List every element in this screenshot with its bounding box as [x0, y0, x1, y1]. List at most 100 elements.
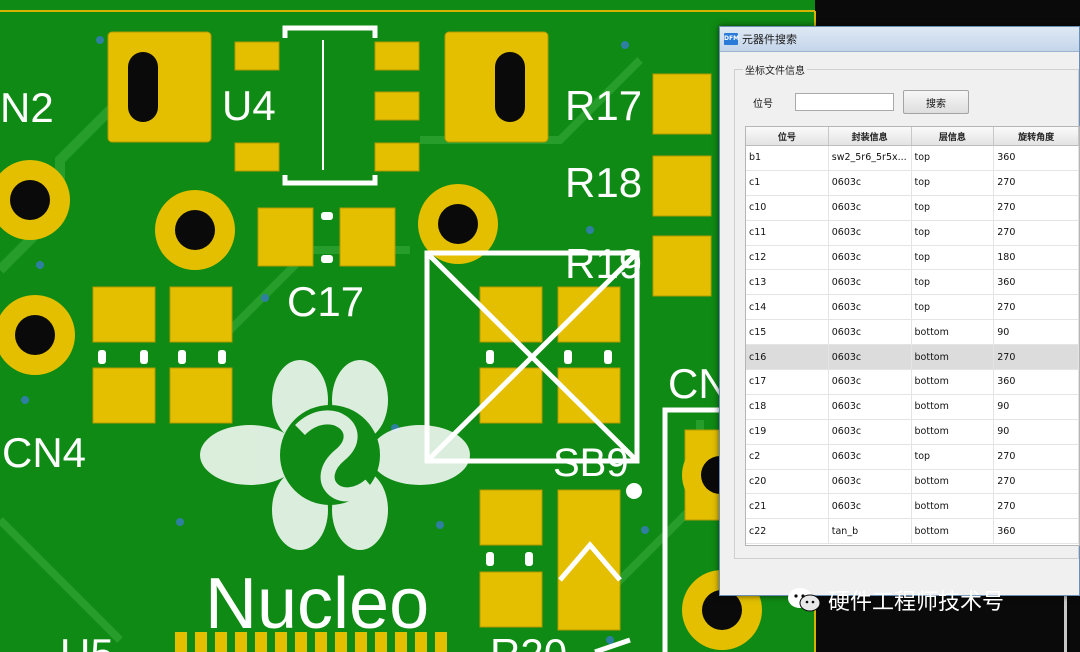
silk-sb9: SB9	[553, 441, 629, 485]
cell-layer: top	[912, 195, 995, 220]
group-title: 坐标文件信息	[743, 62, 807, 77]
cell-layer: top	[912, 146, 995, 170]
wechat-icon	[788, 588, 821, 612]
window-titlebar[interactable]: DFM 元器件搜索	[720, 27, 1079, 52]
silk-u5: U5	[60, 630, 114, 652]
cell-refdes: c11	[746, 220, 829, 245]
dfm-app-icon: DFM	[724, 33, 739, 45]
cell-layer: top	[912, 245, 995, 270]
cell-layer: top	[912, 170, 995, 195]
cell-rotation: 270	[994, 195, 1079, 220]
cell-rotation: 360	[994, 519, 1079, 544]
cell-rotation: 270	[994, 494, 1079, 519]
cell-package: 0603c	[829, 195, 912, 220]
table-row[interactable]: c16 0603c bottom 270	[746, 345, 1079, 371]
cell-layer: bottom	[912, 494, 995, 519]
silk-u4: U4	[222, 82, 276, 129]
table-row[interactable]: c12 0603c top 180	[746, 245, 1079, 271]
cell-rotation: 270	[994, 170, 1079, 195]
cell-rotation: 360	[994, 270, 1079, 295]
cell-refdes: b1	[746, 146, 829, 170]
table-header: 位号 封装信息 层信息 旋转角度	[746, 127, 1079, 146]
cell-package: 0603c	[829, 345, 912, 370]
search-button[interactable]: 搜索	[903, 90, 969, 114]
cell-package: 0603c	[829, 394, 912, 419]
cell-layer: top	[912, 220, 995, 245]
refdes-label: 位号	[753, 98, 773, 110]
col-header-rotation[interactable]: 旋转角度	[994, 127, 1079, 145]
cell-layer: bottom	[912, 320, 995, 345]
component-table[interactable]: 位号 封装信息 层信息 旋转角度 b1 sw2_5r6_5r5x... top 360…	[745, 126, 1080, 546]
col-header-refdes[interactable]: 位号	[746, 127, 829, 145]
table-row[interactable]: c15 0603c bottom 90	[746, 320, 1079, 346]
col-header-package[interactable]: 封装信息	[829, 127, 912, 145]
cell-rotation: 90	[994, 320, 1079, 345]
silk-cn4: CN4	[2, 429, 86, 476]
table-row[interactable]: c22 tan_b bottom 360	[746, 519, 1079, 545]
silk-r19: R19	[565, 240, 642, 287]
cell-refdes: c13	[746, 270, 829, 295]
table-row[interactable]: c1 0603c top 270	[746, 170, 1079, 196]
cell-refdes: c18	[746, 394, 829, 419]
cell-rotation: 360	[994, 146, 1079, 170]
silk-r18: R18	[565, 159, 642, 206]
cell-package: 0603c	[829, 320, 912, 345]
cell-package: 0603c	[829, 419, 912, 444]
cell-rotation: 360	[994, 370, 1079, 394]
cell-rotation: 90	[994, 394, 1079, 419]
table-row[interactable]: c21 0603c bottom 270	[746, 494, 1079, 520]
silk-r20: R20	[490, 630, 567, 652]
cell-rotation: 180	[994, 245, 1079, 270]
cell-layer: bottom	[912, 519, 995, 544]
cell-package: 0603c	[829, 469, 912, 494]
cell-refdes: c10	[746, 195, 829, 220]
cell-rotation: 90	[994, 419, 1079, 444]
watermark-text: 硬件工程师技术号	[828, 590, 1005, 615]
cell-refdes: c2	[746, 444, 829, 469]
cell-rotation: 270	[994, 444, 1079, 469]
cell-package: 0603c	[829, 444, 912, 469]
table-row[interactable]: c19 0603c bottom 90	[746, 419, 1079, 445]
table-row[interactable]: c18 0603c bottom 90	[746, 394, 1079, 420]
refdes-search-input[interactable]	[795, 93, 894, 111]
coordinate-file-group: 坐标文件信息 位号 搜索 位号 封装信息 层信息 旋转角度 b1 sw2_5r6_…	[734, 62, 1080, 559]
cell-layer: bottom	[912, 370, 995, 394]
table-row[interactable]: c13 0603c top 360	[746, 270, 1079, 296]
table-body: b1 sw2_5r6_5r5x... top 360 c1 0603c top 270 c10 0…	[746, 146, 1079, 545]
silk-n2: N2	[0, 84, 54, 131]
cell-package: 0603c	[829, 370, 912, 394]
cell-package: 0603c	[829, 270, 912, 295]
cell-layer: top	[912, 295, 995, 320]
wechat-watermark: 硬件工程师技术号	[786, 584, 1004, 616]
component-search-window[interactable]: DFM 元器件搜索 坐标文件信息 位号 搜索 位号 封装信息 层信息 旋转角度 …	[719, 26, 1080, 596]
cell-package: 0603c	[829, 220, 912, 245]
cell-package: 0603c	[829, 295, 912, 320]
cell-refdes: c1	[746, 170, 829, 195]
table-row[interactable]: c10 0603c top 270	[746, 195, 1079, 221]
table-row[interactable]: c20 0603c bottom 270	[746, 469, 1079, 495]
table-row[interactable]: c2 0603c top 270	[746, 444, 1079, 470]
cell-refdes: c17	[746, 370, 829, 394]
cell-layer: bottom	[912, 419, 995, 444]
cell-package: 0603c	[829, 170, 912, 195]
search-row: 位号 搜索	[753, 90, 969, 114]
silk-r17: R17	[565, 82, 642, 129]
table-row[interactable]: c17 0603c bottom 360	[746, 370, 1079, 395]
table-row[interactable]: c11 0603c top 270	[746, 220, 1079, 246]
col-header-layer[interactable]: 层信息	[912, 127, 995, 145]
cell-rotation: 270	[994, 469, 1079, 494]
cell-rotation: 270	[994, 295, 1079, 320]
table-row[interactable]: c14 0603c top 270	[746, 295, 1079, 321]
cell-refdes: c16	[746, 345, 829, 370]
table-row[interactable]: b1 sw2_5r6_5r5x... top 360	[746, 146, 1079, 171]
window-title: 元器件搜索	[742, 33, 797, 46]
cell-refdes: c22	[746, 519, 829, 544]
cell-refdes: c14	[746, 295, 829, 320]
cell-package: 0603c	[829, 494, 912, 519]
cell-refdes: c12	[746, 245, 829, 270]
cell-package: sw2_5r6_5r5x...	[829, 146, 912, 170]
cell-package: tan_b	[829, 519, 912, 544]
cell-layer: bottom	[912, 345, 995, 370]
cell-refdes: c19	[746, 419, 829, 444]
cell-layer: bottom	[912, 469, 995, 494]
